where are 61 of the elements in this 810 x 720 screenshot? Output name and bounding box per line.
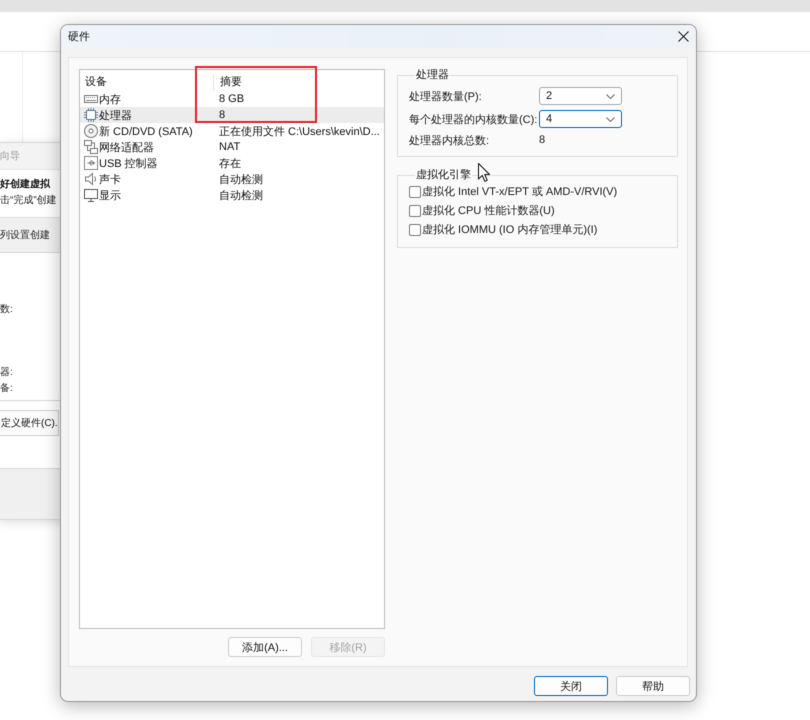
wizard-instruction: 击“完成”创建	[0, 194, 58, 208]
group-title: 虚拟化引擎	[415, 169, 472, 182]
device-name: 声卡	[99, 172, 121, 186]
column-header[interactable]: 设备	[80, 74, 213, 91]
chevron-down-icon	[606, 94, 615, 98]
device-row[interactable]: 新 CD/DVD (SATA) 正在使用文件 C:\Users\kevin\D...	[80, 123, 384, 139]
device-name: 网络适配器	[99, 140, 154, 154]
field-label: 每个处理器的内核数量(C):	[409, 112, 538, 126]
device-summary: 自动检测	[219, 172, 263, 186]
chevron-down-icon	[606, 116, 615, 122]
monitor-icon	[84, 188, 98, 202]
device-row[interactable]: 内存 8 GB	[80, 91, 384, 107]
group-title: 处理器	[415, 69, 450, 82]
field-label: 处理器数量(P):	[409, 90, 483, 104]
device-row[interactable]: 网络适配器 NAT	[80, 139, 384, 155]
column-header[interactable]: 摘要	[213, 74, 242, 91]
device-row[interactable]: 处理器 8	[80, 107, 384, 123]
device-summary: NAT	[219, 141, 240, 153]
close-dialog-button[interactable]: 关闭	[534, 676, 608, 696]
close-icon	[678, 31, 689, 42]
device-name: 处理器	[99, 108, 132, 122]
checkbox[interactable]	[409, 186, 421, 198]
dropdown[interactable]: 2	[539, 87, 622, 105]
device-name: 显示	[99, 188, 121, 202]
summary-label: 数:	[0, 304, 13, 315]
close-button[interactable]	[678, 31, 689, 42]
customize-hardware-button[interactable]: 定义硬件(C).	[0, 410, 59, 436]
network-icon	[84, 140, 98, 154]
field-value: 8	[539, 134, 546, 146]
wizard-heading: 好创建虚拟	[0, 178, 52, 192]
mouse-pointer-icon	[478, 163, 490, 182]
checkbox-label: 虚拟化 Intel VT-x/EPT 或 AMD-V/RVI(V)	[422, 184, 618, 199]
window-title: 硬件	[68, 30, 90, 44]
help-button[interactable]: 帮助	[616, 676, 690, 696]
device-name: 新 CD/DVD (SATA)	[99, 124, 193, 138]
device-summary: 存在	[219, 156, 241, 170]
usb-icon	[84, 156, 98, 170]
device-name: 内存	[99, 92, 121, 106]
add-button[interactable]: 添加(A)...	[228, 637, 302, 657]
checkbox[interactable]	[409, 224, 421, 236]
device-summary: 正在使用文件 C:\Users\kevin\D...	[219, 124, 380, 138]
checkbox[interactable]	[409, 204, 421, 216]
window-title: 向导	[0, 150, 20, 163]
device-summary: 自动检测	[219, 188, 263, 202]
checkbox-label: 虚拟化 CPU 性能计数器(U)	[422, 204, 555, 218]
speaker-icon	[84, 172, 98, 186]
device-name: USB 控制器	[99, 156, 158, 170]
section-title: 列设置创建	[0, 228, 50, 242]
summary-label: 备:	[0, 383, 13, 394]
device-row[interactable]: 声卡 自动检测	[80, 171, 384, 187]
summary-label: 器:	[0, 367, 13, 378]
field-label: 处理器内核总数:	[409, 134, 490, 148]
dropdown[interactable]: 4	[539, 110, 622, 128]
chip-icon	[84, 108, 98, 122]
device-row[interactable]: USB 控制器 存在	[80, 155, 384, 171]
disc-icon	[84, 124, 98, 138]
device-summary: 8 GB	[219, 93, 244, 105]
device-summary: 8	[219, 109, 226, 121]
checkbox-label: 虚拟化 IOMMU (IO 内存管理单元)(I)	[422, 222, 598, 237]
device-row[interactable]: 显示 自动检测	[80, 187, 384, 203]
memory-stick-icon	[84, 92, 98, 106]
